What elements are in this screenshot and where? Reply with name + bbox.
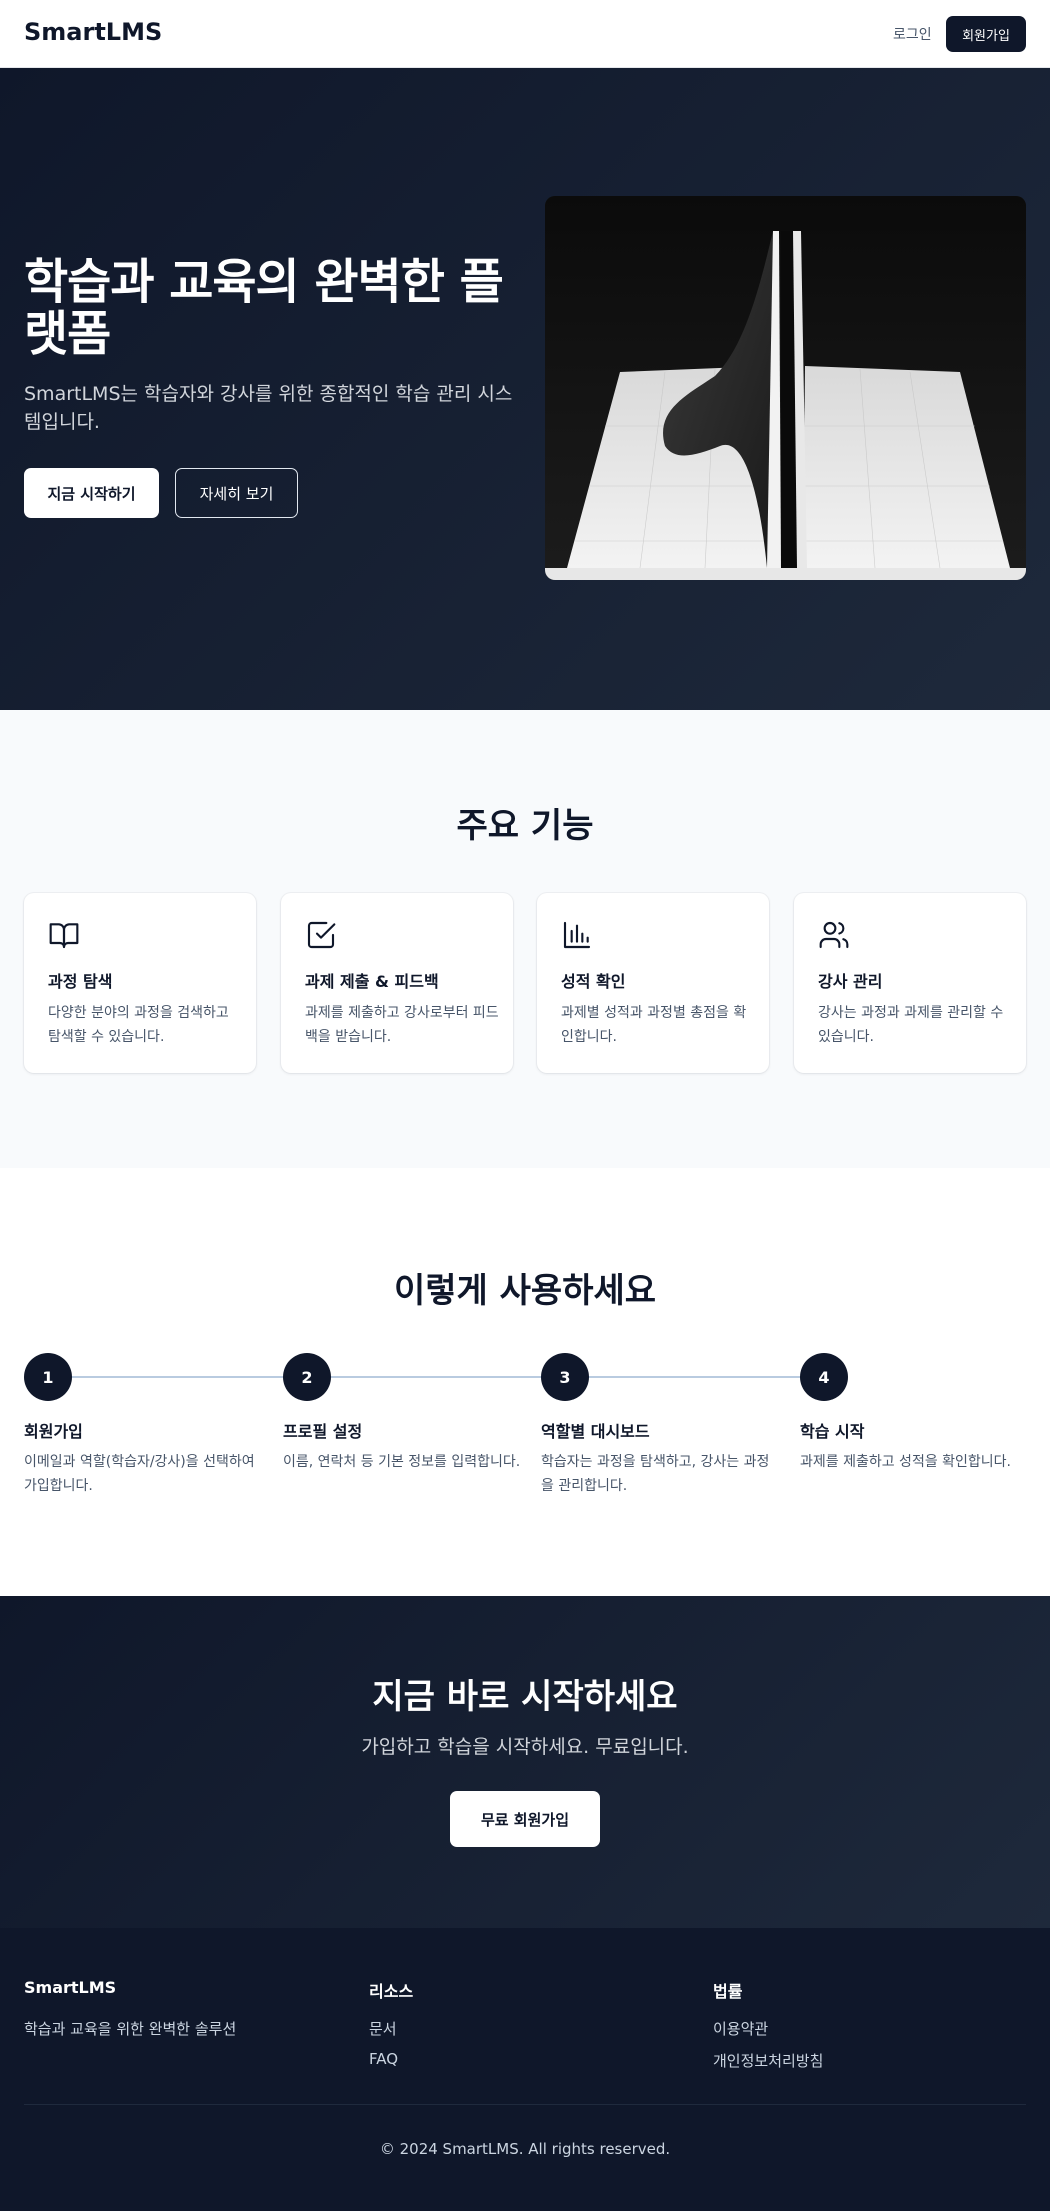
copyright-text: © 2024 SmartLMS. All rights reserved.: [379, 2140, 671, 2158]
free-signup-button[interactable]: 무료 회원가입: [450, 1791, 600, 1847]
feature-title: 과정 탐색: [48, 972, 113, 991]
step-title: 회원가입: [24, 1422, 83, 1441]
feature-description: 다양한 분야의 과정을 검색하고 탐색할 수 있습니다.: [48, 1005, 229, 1045]
feature-title: 성적 확인: [561, 972, 626, 991]
architecture-photo: [545, 196, 1026, 580]
step-description: 과제를 제출하고 성적을 확인합니다.: [800, 1454, 1011, 1470]
learn-more-button[interactable]: 자세히 보기: [175, 468, 298, 518]
signup-button[interactable]: 회원가입: [946, 16, 1026, 52]
steps-title: 이렇게 사용하세요: [393, 1271, 657, 1311]
footer-brand: SmartLMS: [24, 1978, 117, 1997]
step-title: 역할별 대시보드: [541, 1422, 650, 1441]
feature-card-instructor: 강사 관리 강사는 과정과 과제를 관리할 수 있습니다.: [794, 893, 1026, 1073]
step-description: 학습자는 과정을 탐색하고, 강사는 과정을 관리합니다.: [541, 1454, 770, 1494]
footer-divider: [24, 2104, 1026, 2105]
footer-resources-title: 리소스: [369, 1982, 414, 2001]
brand-logo[interactable]: SmartLMS: [24, 18, 162, 46]
feature-description: 강사는 과정과 과제를 관리할 수 있습니다.: [818, 1005, 1004, 1045]
feature-description: 과제별 성적과 과정별 총점을 확인합니다.: [561, 1005, 747, 1045]
site-footer: SmartLMS 학습과 교육을 위한 완벽한 솔루션 리소스 문서 FAQ 법…: [0, 1928, 1050, 2211]
step-description: 이메일과 역할(학습자/강사)을 선택하여 가입합니다.: [24, 1454, 255, 1494]
feature-card-course-browse: 과정 탐색 다양한 분야의 과정을 검색하고 탐색할 수 있습니다.: [24, 893, 256, 1073]
feature-card-assignments: 과제 제출 & 피드백 과제를 제출하고 강사로부터 피드백을 받습니다.: [281, 893, 513, 1073]
login-link[interactable]: 로그인: [893, 24, 932, 44]
step-description: 이름, 연락처 등 기본 정보를 입력합니다.: [283, 1454, 521, 1470]
cta-subtitle: 가입하고 학습을 시작하세요. 무료입니다.: [361, 1736, 689, 1758]
footer-tagline: 학습과 교육을 위한 완벽한 솔루션: [24, 2020, 237, 2038]
feature-title: 강사 관리: [818, 972, 883, 991]
hero-architecture-image: [545, 196, 1026, 580]
hero-section: 학습과 교육의 완벽한 플랫폼 SmartLMS는 학습자와 강사를 위한 종합…: [0, 68, 1050, 710]
feature-title: 과제 제출 & 피드백: [305, 972, 439, 991]
features-section: 주요 기능 과정 탐색 다양한 분야의 과정을 검색하고 탐색할 수 있습니다.…: [0, 710, 1050, 1168]
book-open-icon: [49, 923, 79, 949]
feature-card-grades: 성적 확인 과제별 성적과 과정별 총점을 확인합니다.: [537, 893, 769, 1073]
step-dashboard: 3 역할별 대시보드 학습자는 과정을 탐색하고, 강사는 과정을 관리합니다.: [541, 1353, 781, 1498]
step-number: 3: [541, 1353, 589, 1401]
footer-link-docs[interactable]: 문서: [369, 2018, 397, 2039]
step-number: 2: [283, 1353, 331, 1401]
step-profile: 2 프로필 설정 이름, 연락처 등 기본 정보를 입력합니다.: [283, 1353, 523, 1474]
users-icon: [819, 921, 849, 949]
hero-title: 학습과 교육의 완벽한 플랫폼: [24, 254, 504, 362]
get-started-button[interactable]: 지금 시작하기: [24, 468, 159, 518]
features-title: 주요 기능: [456, 806, 594, 846]
cta-section: 지금 바로 시작하세요 가입하고 학습을 시작하세요. 무료입니다. 무료 회원…: [0, 1596, 1050, 1928]
step-signup: 1 회원가입 이메일과 역할(학습자/강사)을 선택하여 가입합니다.: [24, 1353, 264, 1498]
step-title: 학습 시작: [800, 1422, 865, 1441]
step-title: 프로필 설정: [283, 1422, 363, 1441]
footer-link-terms[interactable]: 이용약관: [713, 2018, 768, 2039]
hero-subtitle: SmartLMS는 학습자와 강사를 위한 종합적인 학습 관리 시스템입니다.: [24, 383, 513, 433]
step-number: 1: [24, 1353, 72, 1401]
step-start-learning: 4 학습 시작 과제를 제출하고 성적을 확인합니다.: [800, 1353, 1040, 1474]
check-square-icon: [307, 921, 336, 949]
top-navbar: SmartLMS 로그인 회원가입: [0, 0, 1050, 68]
footer-link-privacy[interactable]: 개인정보처리방침: [713, 2050, 823, 2071]
cta-title: 지금 바로 시작하세요: [372, 1677, 678, 1717]
footer-link-faq[interactable]: FAQ: [369, 2050, 398, 2068]
footer-legal-title: 법률: [713, 1982, 743, 2001]
feature-description: 과제를 제출하고 강사로부터 피드백을 받습니다.: [305, 1005, 499, 1045]
how-to-use-section: 이렇게 사용하세요 1 회원가입 이메일과 역할(학습자/강사)을 선택하여 가…: [0, 1168, 1050, 1596]
bar-chart-icon: [563, 921, 591, 949]
step-number: 4: [800, 1353, 848, 1401]
